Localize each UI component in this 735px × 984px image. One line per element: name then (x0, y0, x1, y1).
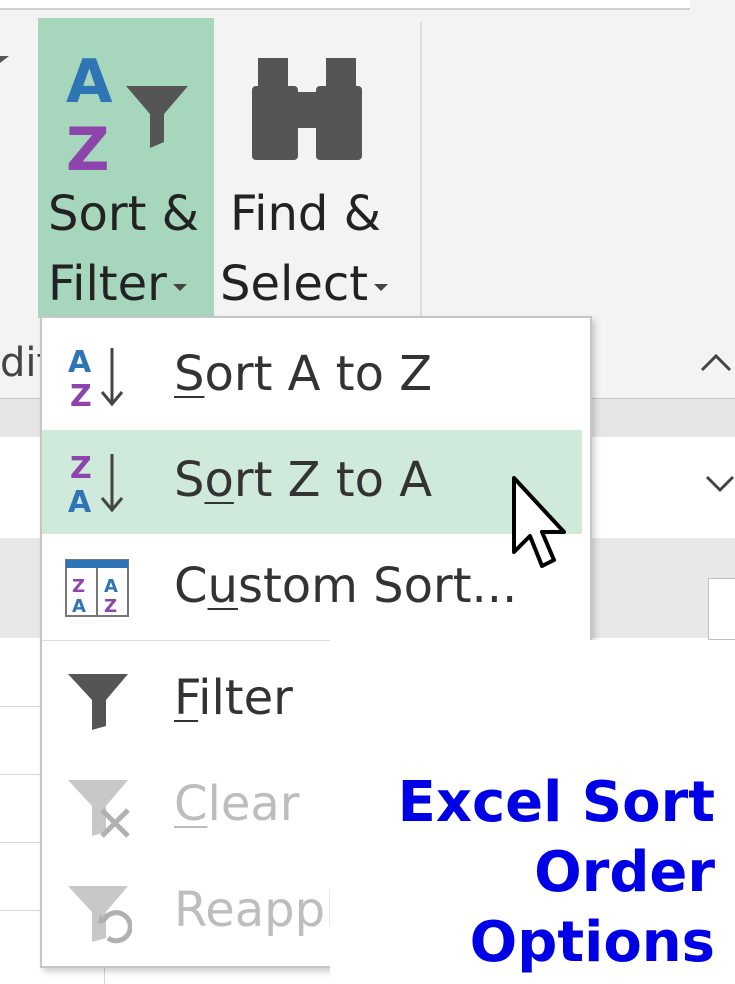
caption-title: Excel Sort Order Options (398, 768, 715, 978)
svg-text:A: A (66, 47, 113, 117)
svg-text:Z: Z (70, 379, 92, 410)
sort-filter-icon: A Z (66, 47, 188, 178)
label-part: ilter (198, 670, 293, 726)
find-select-label-line2: Select (220, 250, 389, 318)
svg-text:Z: Z (66, 115, 110, 178)
scroll-button[interactable] (708, 578, 735, 640)
sort-filter-label-text: Filter (48, 256, 167, 312)
access-key: u (207, 558, 238, 614)
find-select-button[interactable]: Find & Select (214, 18, 420, 318)
sort-descending-icon: Z A (68, 451, 124, 516)
label-part: lear (207, 776, 300, 832)
access-key: S (174, 346, 205, 402)
label-part: rt Z to A (233, 452, 433, 508)
find-select-label-line1: Find & (230, 186, 382, 242)
label-part: ort A to Z (204, 346, 433, 402)
access-key: F (174, 670, 199, 726)
menu-item-label: Sort A to Z (174, 342, 432, 406)
caption-line: Options (469, 910, 715, 975)
menu-item-label: Sort Z to A (174, 448, 432, 512)
ribbon-top-edge (0, 0, 690, 10)
menu-item-label: Clear (174, 772, 300, 836)
caption-line: Order (534, 840, 715, 905)
label-part: S (174, 452, 205, 508)
menu-item-custom-sort[interactable]: Z A A Z Custom Sort... (42, 536, 582, 640)
sort-ascending-icon: A Z (68, 345, 124, 410)
label-part: C (174, 558, 208, 614)
ribbon-dropdown-arrow-icon[interactable] (0, 56, 9, 63)
label-part: Reappl (174, 882, 339, 938)
name-box-dropdown-icon[interactable] (705, 462, 735, 502)
group-separator (420, 22, 422, 322)
svg-text:A: A (104, 576, 118, 597)
svg-text:Z: Z (72, 576, 85, 597)
collapse-ribbon-icon[interactable] (700, 340, 732, 381)
find-select-label-text: Select (220, 256, 369, 312)
mouse-pointer-icon (512, 476, 566, 568)
sort-filter-button[interactable]: A Z Sort & Filter (38, 18, 214, 318)
sort-filter-label-line2: Filter (48, 250, 187, 318)
caption-line: Excel Sort (397, 770, 715, 835)
svg-text:A: A (72, 596, 86, 617)
svg-text:Z: Z (70, 451, 92, 486)
chevron-up-icon (700, 353, 732, 372)
clear-filter-icon (68, 780, 130, 838)
access-key: C (174, 776, 208, 832)
svg-text:Z: Z (104, 596, 117, 617)
menu-item-label: Custom Sort... (174, 554, 517, 618)
filter-icon (68, 674, 128, 730)
svg-text:A: A (68, 485, 92, 516)
custom-sort-icon: Z A A Z (65, 559, 129, 617)
dropdown-caret-icon (374, 283, 389, 291)
svg-text:A: A (68, 345, 92, 380)
menu-item-label: Reappl (174, 878, 338, 942)
binoculars-icon (252, 58, 362, 160)
chevron-down-icon (705, 475, 735, 493)
dropdown-caret-icon (172, 283, 187, 291)
access-key: o (204, 452, 234, 508)
menu-item-label: Filter (174, 666, 293, 730)
reapply-filter-icon (68, 886, 132, 944)
menu-item-sort-z-to-a[interactable]: Z A Sort Z to A (42, 430, 582, 534)
sort-filter-label-line1: Sort & (48, 186, 200, 242)
label-part: stom Sort... (237, 558, 518, 614)
menu-item-sort-a-to-z[interactable]: A Z Sort A to Z (42, 324, 582, 428)
